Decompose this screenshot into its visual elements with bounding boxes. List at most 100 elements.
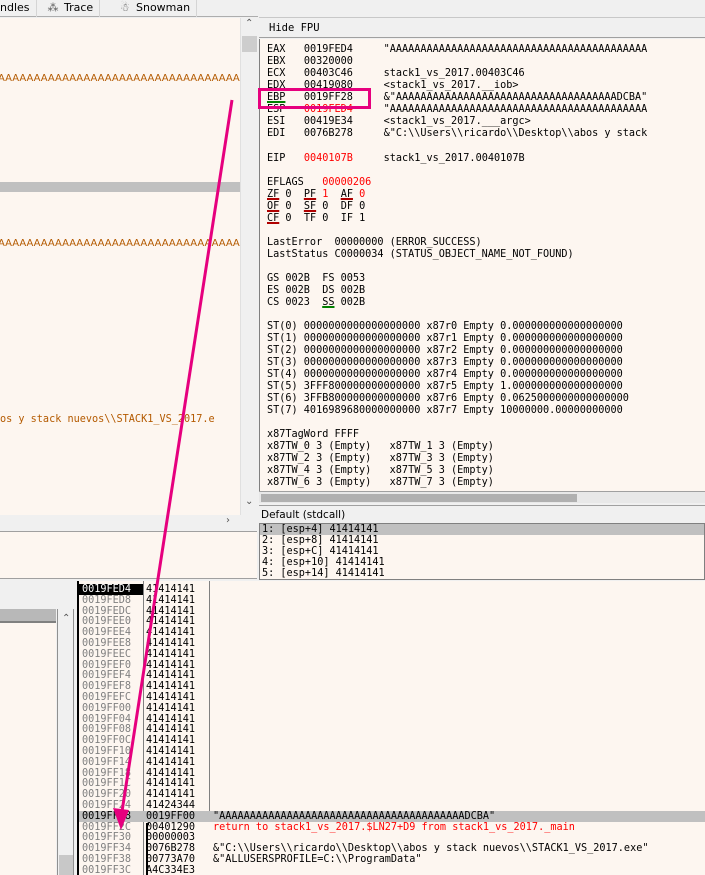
tab-trace[interactable]: ⁂ Trace: [40, 0, 101, 17]
stack-address[interactable]: 0019FF34: [79, 843, 143, 854]
segment-row[interactable]: GS 002B FS 0053: [267, 273, 365, 285]
stack-value[interactable]: 41414141: [146, 692, 195, 703]
stack-address[interactable]: 0019FF30: [79, 832, 143, 843]
stack-value[interactable]: 41414141: [146, 714, 195, 725]
scrollbar-thumb[interactable]: [242, 36, 257, 52]
stack-address[interactable]: 0019FEE4: [79, 627, 143, 638]
stack-value[interactable]: 41414141: [146, 649, 195, 660]
calling-convention-dropdown[interactable]: Default (stdcall): [259, 505, 705, 523]
register-edi[interactable]: EDI 0076B278 &"C:\\Users\\ricardo\\Deskt…: [267, 128, 647, 140]
segment-row[interactable]: ES 002B DS 002B: [267, 285, 365, 297]
stack-view[interactable]: 0019FED4 41414141 0019FED8 41414141 0019FEDC…: [77, 581, 705, 875]
stack-value[interactable]: 41414141: [146, 606, 195, 617]
stack-value[interactable]: A4C334E3: [146, 865, 195, 875]
stack-value[interactable]: 41414141: [146, 746, 195, 757]
stack-address[interactable]: 0019FF0C: [79, 735, 143, 746]
stack-value[interactable]: 41414141: [146, 735, 195, 746]
stack-address[interactable]: 0019FED4: [79, 584, 143, 595]
stack-address[interactable]: 0019FF28: [79, 811, 143, 822]
arguments-list[interactable]: 1: [esp+4] 41414141 2: [esp+8] 41414141 …: [259, 523, 705, 580]
disassembly-horizontal-scrollbar[interactable]: ›: [0, 515, 240, 529]
argument-row[interactable]: 5: [esp+14] 41414141: [262, 568, 385, 579]
flags-row-2[interactable]: OF 0 SF 0 DF 0: [267, 201, 365, 213]
stack-address[interactable]: 0019FEE8: [79, 638, 143, 649]
argument-row[interactable]: 4: [esp+10] 41414141: [262, 557, 385, 568]
stack-address[interactable]: 0019FF2C: [79, 822, 143, 833]
x87-tw-row[interactable]: x87TW_6 3 (Empty) x87TW_7 3 (Empty): [267, 477, 494, 489]
register-ebx[interactable]: EBX 00320000: [267, 56, 384, 68]
stack-value[interactable]: 00000003: [146, 832, 195, 843]
stack-value[interactable]: 41414141: [146, 584, 195, 595]
x87-tagword[interactable]: x87TagWord FFFF: [267, 429, 359, 441]
x87-tw-row[interactable]: x87TW_0 3 (Empty) x87TW_1 3 (Empty): [267, 441, 494, 453]
stack-value[interactable]: 41414141: [146, 724, 195, 735]
hide-fpu-button[interactable]: Hide FPU: [259, 17, 705, 38]
stack-value[interactable]: 41424344: [146, 800, 195, 811]
argument-row[interactable]: 1: [esp+4] 41414141: [260, 524, 704, 535]
stack-address[interactable]: 0019FEF0: [79, 660, 143, 671]
stack-address[interactable]: 0019FF08: [79, 724, 143, 735]
stack-address[interactable]: 0019FF24: [79, 800, 143, 811]
disassembly-vertical-scrollbar[interactable]: ⌃ ⌄: [240, 18, 258, 515]
stack-address[interactable]: 0019FF1C: [79, 778, 143, 789]
stack-address[interactable]: 0019FEDC: [79, 606, 143, 617]
argument-row[interactable]: 3: [esp+C] 41414141: [262, 546, 379, 557]
flags-row-1[interactable]: ZF 0 PF 1 AF 0: [267, 189, 365, 201]
register-eflags[interactable]: EFLAGS 00000206: [267, 177, 371, 189]
last-error[interactable]: LastError 00000000 (ERROR_SUCCESS): [267, 237, 482, 249]
tab-handles[interactable]: ndles: [0, 0, 37, 17]
fpu-register-row[interactable]: ST(3) 0000000000000000000 x87r3 Empty 0.…: [267, 357, 623, 369]
stack-value[interactable]: 00773A70: [146, 854, 195, 865]
stack-value[interactable]: 0076B278: [146, 843, 195, 854]
register-eip[interactable]: EIP 0040107B stack1_vs_2017.0040107B: [267, 153, 525, 165]
fpu-register-row[interactable]: ST(0) 0000000000000000000 x87r0 Empty 0.…: [267, 321, 623, 333]
dump-vertical-scrollbar[interactable]: ⌃: [57, 609, 74, 875]
fpu-register-row[interactable]: ST(2) 0000000000000000000 x87r2 Empty 0.…: [267, 345, 623, 357]
segment-row[interactable]: CS 0023 SS 002B: [267, 297, 365, 309]
registers-horizontal-scrollbar[interactable]: [259, 491, 705, 503]
x87-tw-row[interactable]: x87TW_2 3 (Empty) x87TW_3 3 (Empty): [267, 453, 494, 465]
stack-address[interactable]: 0019FEF4: [79, 670, 143, 681]
dump-view[interactable]: [0, 623, 56, 875]
stack-address[interactable]: 0019FF00: [79, 703, 143, 714]
tab-snowman[interactable]: ☃ Snowman: [112, 0, 198, 17]
stack-value[interactable]: 41414141: [146, 660, 195, 671]
fpu-register-row[interactable]: ST(6) 3FFB800000000000000 x87r6 Empty 0.…: [267, 393, 629, 405]
stack-address[interactable]: 0019FED8: [79, 595, 143, 606]
stack-value[interactable]: 41414141: [146, 616, 195, 627]
stack-value[interactable]: 41414141: [146, 638, 195, 649]
stack-address[interactable]: 0019FEFC: [79, 692, 143, 703]
stack-value[interactable]: 41414141: [146, 595, 195, 606]
stack-value[interactable]: 41414141: [146, 627, 195, 638]
stack-address[interactable]: 0019FF38: [79, 854, 143, 865]
chevron-up-icon[interactable]: ⌃: [245, 18, 253, 29]
fpu-register-row[interactable]: ST(4) 0000000000000000000 x87r4 Empty 0.…: [267, 369, 623, 381]
stack-value[interactable]: 41414141: [146, 789, 195, 800]
x87-tw-row[interactable]: x87TW_4 3 (Empty) x87TW_5 3 (Empty): [267, 465, 494, 477]
disassembly-view[interactable]: AAAAAAAAAAAAAAAAAAAAAAAAAAAAAAAAAAAAADCB…: [0, 18, 240, 515]
register-eax[interactable]: EAX 0019FED4 "AAAAAAAAAAAAAAAAAAAAAAAAAA…: [267, 44, 647, 56]
chevron-up-icon[interactable]: ⌃: [62, 613, 70, 624]
stack-value[interactable]: 41414141: [146, 768, 195, 779]
register-esi[interactable]: ESI 00419E34 <stack1_vs_2017.___argc>: [267, 116, 531, 128]
scrollbar-thumb[interactable]: [59, 855, 73, 875]
fpu-register-row[interactable]: ST(5) 3FFF800000000000000 x87r5 Empty 1.…: [267, 381, 623, 393]
stack-value[interactable]: 41414141: [146, 670, 195, 681]
stack-value[interactable]: 41414141: [146, 757, 195, 768]
stack-value[interactable]: 41414141: [146, 703, 195, 714]
fpu-register-row[interactable]: ST(1) 0000000000000000000 x87r1 Empty 0.…: [267, 333, 623, 345]
stack-address[interactable]: 0019FF3C: [79, 865, 143, 875]
chevron-down-icon[interactable]: ⌄: [245, 496, 253, 507]
scrollbar-thumb[interactable]: [261, 494, 577, 502]
stack-value[interactable]: 41414141: [146, 681, 195, 692]
stack-value[interactable]: 41414141: [146, 778, 195, 789]
flags-row-3[interactable]: CF 0 TF 0 IF 1: [267, 213, 365, 225]
stack-address[interactable]: 0019FEF8: [79, 681, 143, 692]
fpu-register-row[interactable]: ST(7) 4016989680000000000 x87r7 Empty 10…: [267, 405, 623, 417]
last-status[interactable]: LastStatus C0000034 (STATUS_OBJECT_NAME_…: [267, 249, 574, 261]
stack-address[interactable]: 0019FF14: [79, 757, 143, 768]
stack-address[interactable]: 0019FF20: [79, 789, 143, 800]
stack-address[interactable]: 0019FF10: [79, 746, 143, 757]
stack-address[interactable]: 0019FF18: [79, 768, 143, 779]
stack-value[interactable]: 0019FF00: [146, 811, 195, 822]
